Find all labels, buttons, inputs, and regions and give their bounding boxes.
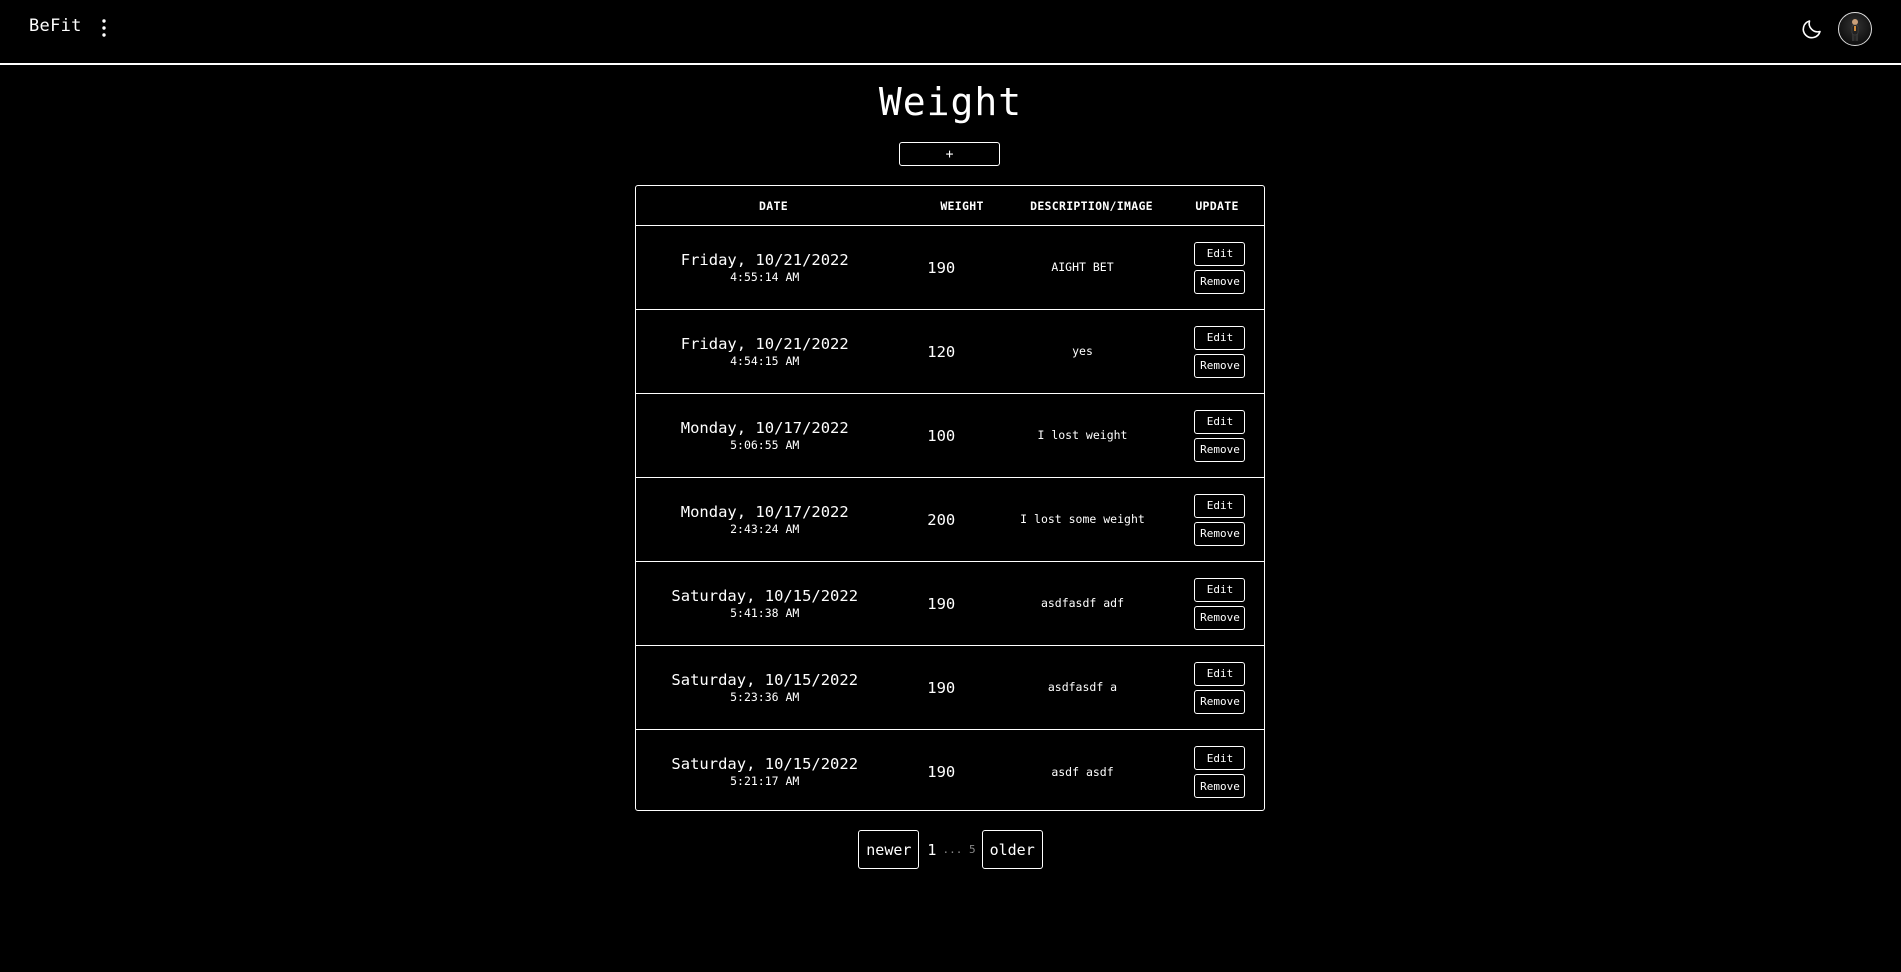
entry-time: 5:23:36 AM [730,689,800,704]
entry-weight: 190 [927,763,956,781]
date-cell: Saturday, 10/15/2022 5:21:17 AM [636,755,893,789]
table-row: Saturday, 10/15/2022 5:23:36 AM 190 asdf… [636,646,1264,730]
avatar-figure-icon [1851,19,1859,41]
newer-button[interactable]: newer [858,830,920,869]
entry-description: I lost weight [1037,428,1128,442]
entry-description: AIGHT BET [1051,260,1114,274]
user-avatar[interactable] [1838,12,1872,46]
entry-time: 4:55:14 AM [730,269,800,284]
edit-button[interactable]: Edit [1194,577,1246,602]
table-header: DATE WEIGHT DESCRIPTION/IMAGE UPDATE [636,186,1264,226]
table-row: Friday, 10/21/2022 4:54:15 AM 120 yes Ed… [636,310,1264,394]
edit-button[interactable]: Edit [1194,746,1246,770]
entry-time: 5:41:38 AM [730,605,800,620]
entry-date: Saturday, 10/15/2022 [671,670,859,689]
update-cell: Edit Remove [1176,325,1264,378]
entry-weight: 100 [927,426,956,445]
date-cell: Friday, 10/21/2022 4:54:15 AM [636,335,893,369]
date-cell: Friday, 10/21/2022 4:55:14 AM [636,251,893,285]
kebab-menu-icon[interactable] [97,18,111,38]
update-cell: Edit Remove [1176,746,1264,798]
table-row: Monday, 10/17/2022 5:06:55 AM 100 I lost… [636,394,1264,478]
entry-description: asdfasdf a [1047,680,1118,694]
entry-time: 4:54:15 AM [730,353,800,368]
entry-description: yes [1072,344,1093,358]
entry-weight: 120 [927,342,956,361]
entry-date: Monday, 10/17/2022 [680,502,849,521]
add-weight-button[interactable]: + [899,142,1000,166]
edit-button[interactable]: Edit [1194,325,1246,350]
entry-time: 5:06:55 AM [730,437,800,452]
entry-description: asdf asdf [1051,764,1114,779]
entry-description: I lost some weight [1020,512,1145,526]
edit-button[interactable]: Edit [1194,241,1246,266]
date-cell: Monday, 10/17/2022 5:06:55 AM [636,419,893,453]
table-row: Monday, 10/17/2022 2:43:24 AM 200 I lost… [636,478,1264,562]
update-cell: Edit Remove [1176,661,1264,714]
entry-weight: 190 [927,678,956,697]
ellipsis-text: ... [942,843,963,856]
entry-date: Monday, 10/17/2022 [680,418,849,437]
page-number-current[interactable]: 1 [927,841,936,859]
remove-button[interactable]: Remove [1194,689,1246,714]
entry-description: asdfasdf adf [1040,596,1125,610]
entry-weight: 190 [927,258,956,277]
pagination-ellipsis: ... 5 [942,843,975,856]
date-cell: Monday, 10/17/2022 2:43:24 AM [636,503,893,537]
brand-logo[interactable]: BeFit [29,16,82,36]
remove-button[interactable]: Remove [1194,774,1246,798]
remove-button[interactable]: Remove [1194,269,1246,294]
weight-table: DATE WEIGHT DESCRIPTION/IMAGE UPDATE Fri… [635,185,1265,811]
column-header-description: DESCRIPTION/IMAGE [1030,198,1153,213]
table-row: Friday, 10/21/2022 4:55:14 AM 190 AIGHT … [636,226,1264,310]
remove-button[interactable]: Remove [1194,437,1246,462]
entry-date: Friday, 10/21/2022 [680,250,849,269]
entry-time: 2:43:24 AM [730,521,800,536]
edit-button[interactable]: Edit [1194,493,1246,518]
update-cell: Edit Remove [1176,241,1264,294]
edit-button[interactable]: Edit [1194,409,1246,434]
column-header-update: UPDATE [1195,198,1239,213]
table-row: Saturday, 10/15/2022 5:41:38 AM 190 asdf… [636,562,1264,646]
column-header-weight: WEIGHT [940,198,984,213]
moon-icon[interactable] [1800,17,1824,41]
entry-date: Saturday, 10/15/2022 [671,755,859,773]
edit-button[interactable]: Edit [1194,661,1246,686]
remove-button[interactable]: Remove [1194,605,1246,630]
date-cell: Saturday, 10/15/2022 5:41:38 AM [636,587,893,621]
table-row: Saturday, 10/15/2022 5:21:17 AM 190 asdf… [636,730,1264,814]
pagination: newer 1 ... 5 older [0,830,1901,869]
older-button[interactable]: older [981,830,1043,869]
update-cell: Edit Remove [1176,409,1264,462]
page-title: Weight [878,80,1023,124]
update-cell: Edit Remove [1176,493,1264,546]
page-number-last[interactable]: 5 [969,843,976,856]
entry-weight: 200 [927,510,956,529]
remove-button[interactable]: Remove [1194,353,1246,378]
update-cell: Edit Remove [1176,577,1264,630]
date-cell: Saturday, 10/15/2022 5:23:36 AM [636,671,893,705]
column-header-date: DATE [759,198,788,213]
top-navbar: BeFit [0,0,1901,65]
entry-weight: 190 [927,594,956,613]
entry-time: 5:21:17 AM [730,774,800,788]
remove-button[interactable]: Remove [1194,521,1246,546]
entry-date: Saturday, 10/15/2022 [671,586,859,605]
entry-date: Friday, 10/21/2022 [680,334,849,353]
